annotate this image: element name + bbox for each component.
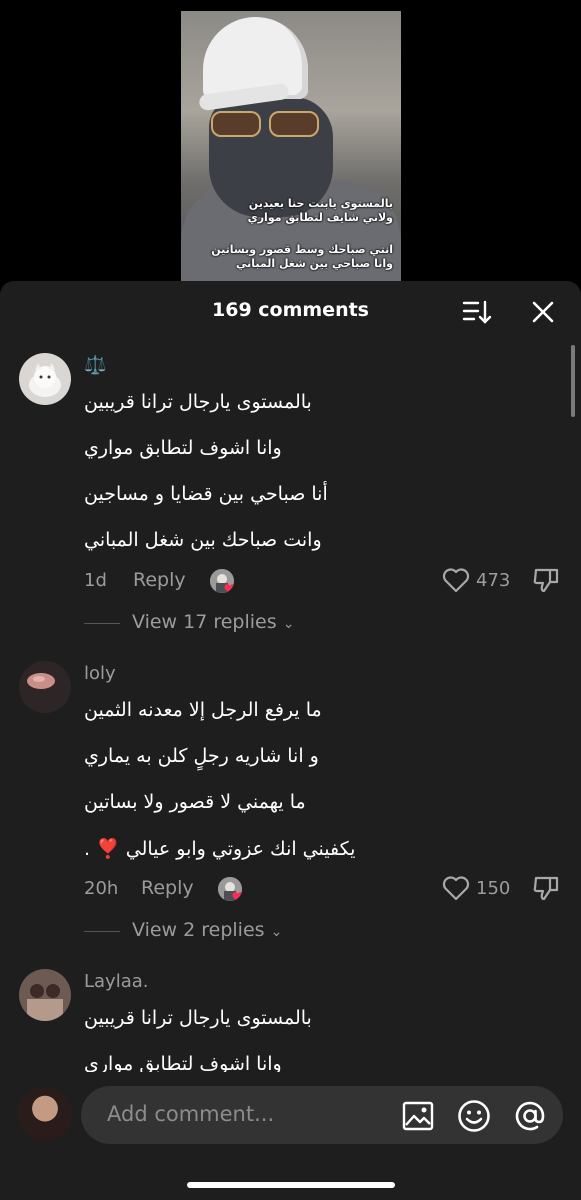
my-avatar[interactable] (18, 1087, 72, 1141)
comment-time: 20h (84, 878, 119, 899)
avatar[interactable] (19, 969, 71, 1021)
chevron-down-icon: ⌄ (282, 616, 295, 632)
comment-line: وانت صباحك بين شغل المباني (84, 529, 322, 551)
heart-outline-icon[interactable] (442, 875, 470, 901)
comment-composer: Add comment... (0, 1072, 581, 1200)
comment-username[interactable]: ⚖️ (84, 355, 106, 376)
view-replies-label: View 17 replies (132, 611, 277, 633)
heart-outline-icon[interactable] (442, 567, 470, 593)
comment-time: 1d (84, 570, 107, 591)
scrollbar[interactable] (571, 345, 575, 417)
comment-line: وانا اشوف لتطابق مواري (84, 437, 282, 459)
thumbs-down-icon[interactable] (532, 567, 560, 593)
comments-count-title: 169 comments (212, 299, 369, 321)
video-caption-line: ولاني شايف لتطابق مواري (247, 211, 393, 224)
reply-button[interactable]: Reply (133, 569, 186, 591)
video-caption-line: بالمستوى يابنت حنا بعيدين (248, 197, 393, 210)
creator-liked-badge (210, 569, 234, 593)
avatar[interactable] (19, 353, 71, 405)
like-count: 473 (476, 570, 511, 591)
emoji-icon[interactable] (457, 1099, 491, 1133)
comment-line: ما يهمني لا قصور ولا بساتين (84, 791, 306, 813)
video-caption-line: وانا صباحي بين شغل المباني (235, 257, 393, 270)
sort-icon[interactable] (462, 299, 492, 325)
comment-line: ما يرفع الرجل إلا معدنه الثمين (84, 699, 322, 721)
home-indicator (187, 1182, 395, 1188)
comment-line: أنا صباحي بين قضايا و مساجين (84, 483, 328, 505)
thumbs-down-icon[interactable] (532, 875, 560, 901)
image-icon[interactable] (402, 1101, 434, 1131)
divider (84, 931, 120, 932)
reply-button[interactable]: Reply (141, 877, 194, 899)
heart-badge-icon (224, 584, 234, 593)
comment-input[interactable]: Add comment... (81, 1086, 563, 1144)
video-glasses (211, 111, 321, 137)
divider (84, 623, 120, 624)
chevron-down-icon: ⌄ (270, 924, 283, 940)
heart-badge-icon (232, 892, 242, 901)
comment-line: بالمستوى يارجال ترانا قريبين (84, 1007, 312, 1029)
comments-sheet: 169 comments ⚖️ بالمستوى يارجال ترانا قر… (0, 281, 581, 1200)
creator-liked-badge (218, 877, 242, 901)
comment-line: و انا شاريه رجلٍ كلن به يماري (84, 745, 319, 767)
avatar[interactable] (19, 661, 71, 713)
video-preview[interactable]: بالمستوى يابنت حنا بعيدين ولاني شايف لتط… (181, 11, 401, 296)
comment-input-placeholder: Add comment... (107, 1102, 275, 1126)
like-count: 150 (476, 878, 511, 899)
view-replies-label: View 2 replies (132, 919, 265, 941)
close-icon[interactable] (530, 299, 556, 325)
video-caption-line: انتي صباحك وسط قصور وبساتين (211, 243, 393, 256)
comment-username[interactable]: loly (84, 663, 116, 684)
comment-username[interactable]: Laylaa. (84, 971, 149, 992)
comment-line: بالمستوى يارجال ترانا قريبين (84, 391, 312, 413)
at-icon[interactable] (513, 1099, 547, 1133)
comment-line: يكفيني انك عزوتي وابو عيالي ❣️ . (84, 838, 356, 860)
